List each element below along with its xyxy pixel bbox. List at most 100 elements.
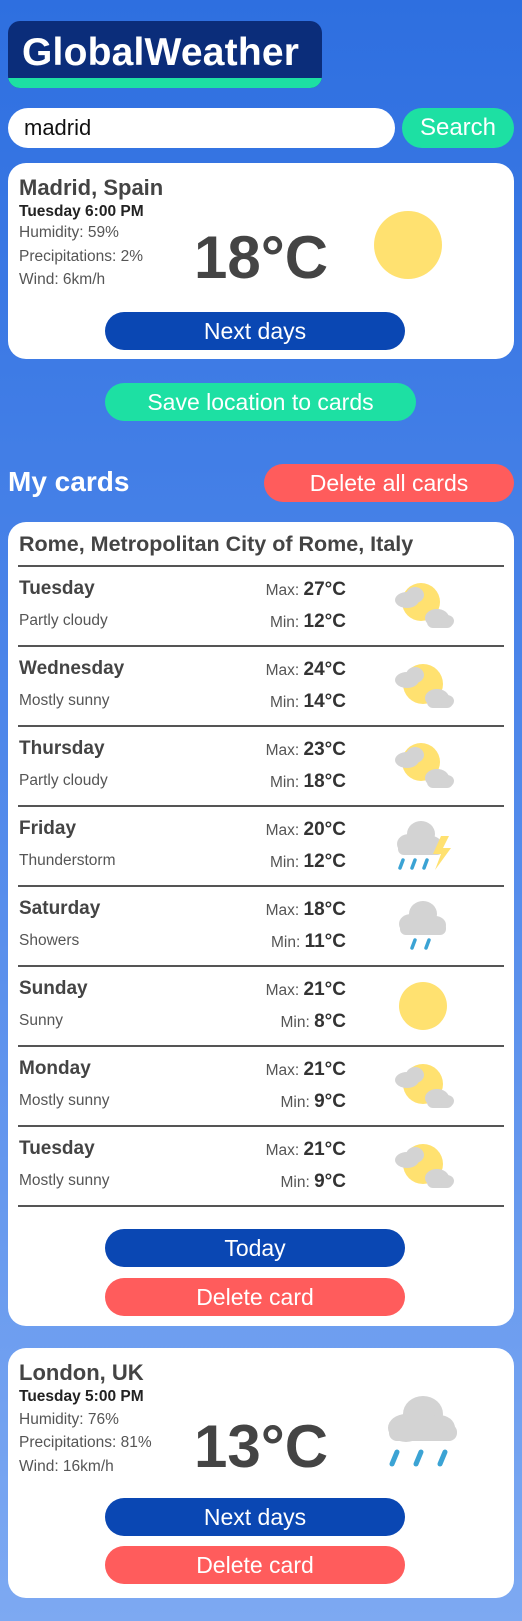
forecast-row: Tuesday Mostly sunny Max: 21°C Min: 9°C <box>8 1126 514 1206</box>
current-weather-card: Madrid, Spain Tuesday 6:00 PM Humidity: … <box>8 163 514 359</box>
min-label: Min: <box>269 694 300 711</box>
forecast-min: Min: 8°C <box>281 1011 347 1033</box>
my-cards-heading: My cards <box>8 466 130 497</box>
min-label: Min: <box>270 934 301 951</box>
search-input[interactable] <box>8 108 395 148</box>
forecast-row: Saturday Showers Max: 18°C Min: 11°C <box>8 886 514 966</box>
delete-card-button[interactable]: Delete card <box>105 1278 405 1316</box>
max-label: Max: <box>265 1062 300 1079</box>
max-temperature: 21°C <box>303 979 346 1000</box>
forecast-description: Mostly sunny <box>19 1092 110 1109</box>
london-time: Tuesday 5:00 PM <box>19 1388 144 1405</box>
forecast-min: Min: 12°C <box>270 851 346 873</box>
current-location: Madrid, Spain <box>19 175 164 200</box>
max-temperature: 23°C <box>303 739 346 760</box>
max-label: Max: <box>265 902 300 919</box>
forecast-day: Sunday <box>19 978 88 999</box>
min-label: Min: <box>280 1014 310 1031</box>
min-label: Min: <box>280 1094 310 1111</box>
search-button[interactable]: Search <box>402 108 514 148</box>
min-label: Min: <box>269 854 300 871</box>
max-temperature: 27°C <box>303 579 346 600</box>
london-next-days-button[interactable]: Next days <box>105 1498 405 1536</box>
london-precipitation: Precipitations: 81% <box>19 1434 152 1451</box>
max-temperature: 20°C <box>303 819 346 840</box>
mostly-sunny-icon <box>395 664 454 708</box>
forecast-row: Wednesday Mostly sunny Max: 24°C Min: 14°C <box>8 646 514 726</box>
max-temperature: 21°C <box>303 1139 346 1160</box>
forecast-min: Min: 11°C <box>271 931 346 953</box>
forecast-day: Saturday <box>19 898 101 919</box>
current-wind: Wind: 6km/h <box>19 271 106 288</box>
forecast-day: Monday <box>19 1058 91 1079</box>
forecast-min: Min: 9°C <box>281 1171 347 1193</box>
min-temperature: 18°C <box>303 771 346 792</box>
divider <box>18 1205 504 1207</box>
app-logo: GlobalWeather <box>8 21 322 88</box>
delete-all-cards-button[interactable]: Delete all cards <box>264 464 514 502</box>
card-location: Rome, Metropolitan City of Rome, Italy <box>19 532 414 556</box>
max-label: Max: <box>265 822 300 839</box>
partly-cloudy-icon <box>395 583 454 628</box>
rome-forecast-card: Rome, Metropolitan City of Rome, Italy T… <box>8 522 514 1326</box>
sun-icon <box>399 982 447 1030</box>
forecast-day: Wednesday <box>19 658 125 679</box>
mostly-sunny-icon <box>395 1144 454 1188</box>
forecast-day: Thursday <box>19 738 105 759</box>
london-humidity: Humidity: 76% <box>19 1411 119 1428</box>
max-label: Max: <box>265 582 300 599</box>
forecast-description: Mostly sunny <box>19 692 110 709</box>
forecast-row: Sunday Sunny Max: 21°C Min: 8°C <box>8 966 514 1046</box>
min-label: Min: <box>280 1174 310 1191</box>
forecast-description: Partly cloudy <box>19 612 108 629</box>
thunderstorm-icon <box>397 821 451 870</box>
max-label: Max: <box>265 982 300 999</box>
forecast-day: Friday <box>19 818 77 839</box>
min-label: Min: <box>269 774 300 791</box>
max-label: Max: <box>265 662 300 679</box>
max-temperature: 21°C <box>303 1059 346 1080</box>
current-temperature: 18°C <box>194 224 329 291</box>
partly-cloudy-icon <box>395 743 454 788</box>
rain-icon <box>388 1396 457 1467</box>
save-location-button[interactable]: Save location to cards <box>105 383 416 421</box>
max-temperature: 18°C <box>303 899 346 920</box>
logo-underline <box>8 78 322 88</box>
london-weather-card: London, UK Tuesday 5:00 PM Humidity: 76%… <box>8 1348 514 1598</box>
forecast-max: Max: 27°C <box>266 579 346 601</box>
forecast-max: Max: 21°C <box>266 1059 346 1081</box>
min-temperature: 14°C <box>303 691 346 712</box>
min-label: Min: <box>269 614 300 631</box>
min-temperature: 9°C <box>314 1091 346 1112</box>
today-button[interactable]: Today <box>105 1229 405 1267</box>
forecast-description: Mostly sunny <box>19 1172 110 1189</box>
forecast-day: Tuesday <box>19 1138 95 1159</box>
min-temperature: 12°C <box>303 611 346 632</box>
forecast-min: Min: 18°C <box>270 771 346 793</box>
forecast-row: Thursday Partly cloudy Max: 23°C Min: 18°C <box>8 726 514 806</box>
forecast-max: Max: 21°C <box>266 1139 346 1161</box>
next-days-button[interactable]: Next days <box>105 312 405 350</box>
forecast-max: Max: 18°C <box>266 899 346 921</box>
forecast-max: Max: 24°C <box>266 659 346 681</box>
forecast-max: Max: 21°C <box>266 979 346 1001</box>
forecast-day: Tuesday <box>19 578 95 599</box>
current-precipitation: Precipitations: 2% <box>19 248 144 265</box>
forecast-max: Max: 23°C <box>266 739 346 761</box>
forecast-row: Tuesday Partly cloudy Max: 27°C Min: 12°C <box>8 566 514 646</box>
min-temperature: 12°C <box>303 851 346 872</box>
showers-icon <box>399 901 446 950</box>
current-time: Tuesday 6:00 PM <box>19 203 144 220</box>
forecast-min: Min: 9°C <box>281 1091 347 1113</box>
min-temperature: 8°C <box>314 1011 346 1032</box>
london-location: London, UK <box>19 1360 144 1385</box>
forecast-description: Thunderstorm <box>19 852 116 869</box>
forecast-row: Friday Thunderstorm Max: 20°C Min: 12°C <box>8 806 514 886</box>
min-temperature: 11°C <box>304 931 346 952</box>
forecast-min: Min: 12°C <box>270 611 346 633</box>
max-label: Max: <box>265 742 300 759</box>
london-wind: Wind: 16km/h <box>19 1458 114 1475</box>
mostly-sunny-icon <box>395 1064 454 1108</box>
london-delete-card-button[interactable]: Delete card <box>105 1546 405 1584</box>
forecast-description: Sunny <box>19 1012 63 1029</box>
